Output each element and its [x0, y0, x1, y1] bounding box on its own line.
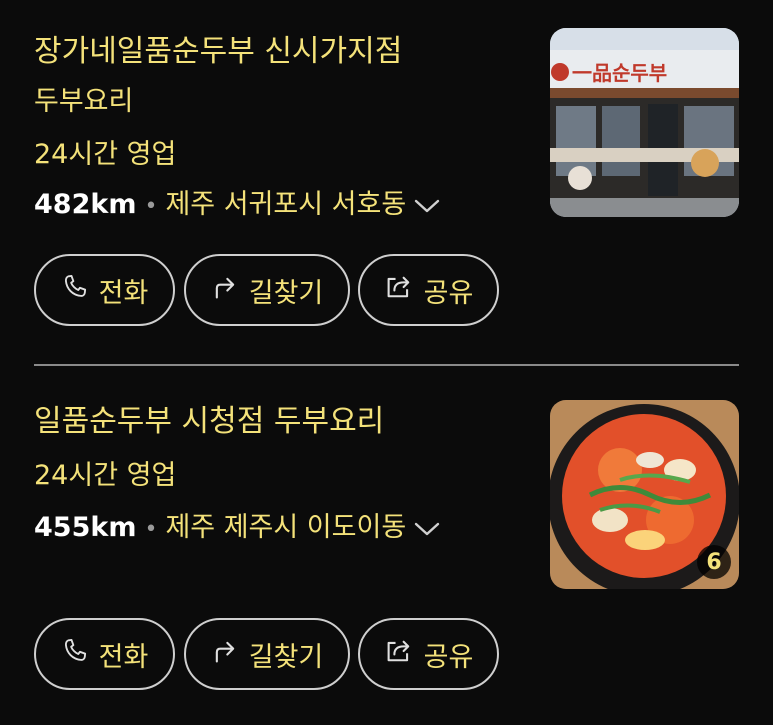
- share-icon: [384, 273, 414, 308]
- location-row[interactable]: 482km • 제주 서귀포시 서호동: [34, 189, 440, 223]
- place-category: 두부요리: [34, 86, 134, 117]
- location-row[interactable]: 455km • 제주 제주시 이도이동: [34, 512, 440, 546]
- call-button[interactable]: 전화: [34, 254, 175, 326]
- call-label: 전화: [98, 277, 149, 309]
- address: 제주 제주시 이도이동: [165, 512, 407, 543]
- place-photo[interactable]: 6: [550, 400, 739, 589]
- directions-label: 길찾기: [248, 641, 324, 673]
- share-label: 공유: [423, 277, 474, 309]
- opening-hours: 24시간 영업: [34, 460, 177, 491]
- chevron-down-icon[interactable]: [414, 190, 440, 222]
- call-button[interactable]: 전화: [34, 618, 175, 690]
- place-card-1[interactable]: 장가네일품순두부 신시가지점 두부요리 24시간 영업 482km • 제주 서귀포…: [0, 0, 773, 364]
- directions-button[interactable]: 길찾기: [184, 618, 350, 690]
- place-card-2[interactable]: 일품순두부 시청점 두부요리 24시간 영업 455km • 제주 제주시 이도이동…: [0, 366, 773, 725]
- distance: 455km: [34, 512, 137, 543]
- phone-icon: [61, 637, 89, 672]
- phone-icon: [61, 273, 89, 308]
- address: 제주 서귀포시 서호동: [165, 189, 407, 220]
- separator-dot: •: [144, 517, 158, 542]
- separator-dot: •: [144, 194, 158, 219]
- place-name[interactable]: 일품순두부 시청점 두부요리: [34, 404, 384, 440]
- directions-arrow-icon: [211, 637, 239, 672]
- directions-label: 길찾기: [248, 277, 324, 309]
- chevron-down-icon[interactable]: [414, 513, 440, 545]
- share-icon: [384, 637, 414, 672]
- photo-count-badge: 6: [697, 545, 731, 579]
- distance: 482km: [34, 189, 137, 220]
- place-name[interactable]: 장가네일품순두부 신시가지점: [34, 34, 402, 70]
- share-button[interactable]: 공유: [358, 618, 499, 690]
- store-sign-text: 一品순두부: [572, 61, 667, 85]
- place-photo[interactable]: 一品순두부: [550, 28, 739, 217]
- opening-hours: 24시간 영업: [34, 139, 177, 170]
- directions-arrow-icon: [211, 273, 239, 308]
- call-label: 전화: [98, 641, 149, 673]
- directions-button[interactable]: 길찾기: [184, 254, 350, 326]
- share-button[interactable]: 공유: [358, 254, 499, 326]
- share-label: 공유: [423, 641, 474, 673]
